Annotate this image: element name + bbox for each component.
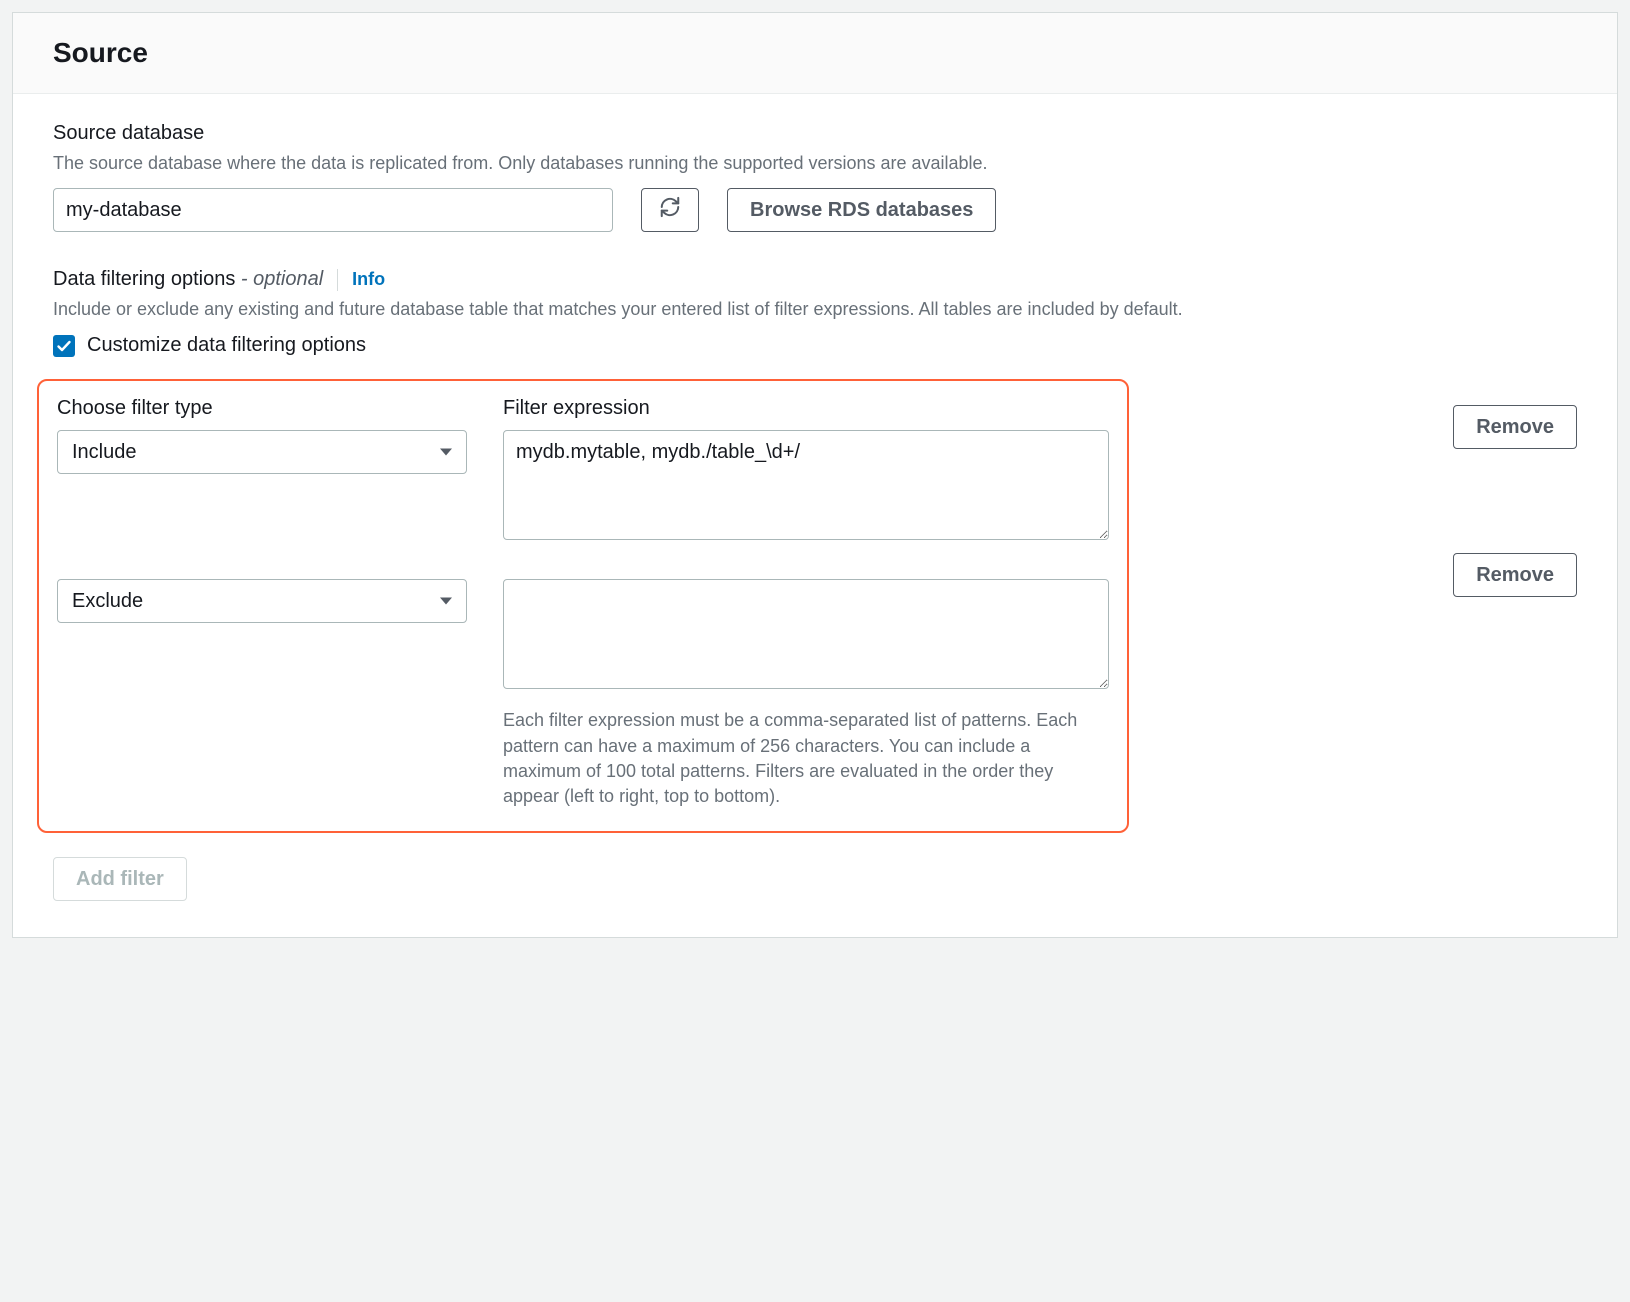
check-icon (56, 338, 72, 354)
filter-expression-textarea[interactable] (503, 579, 1109, 689)
customize-checkbox[interactable] (53, 335, 75, 357)
filter-type-select[interactable]: Exclude (57, 579, 467, 623)
refresh-button[interactable] (641, 188, 699, 232)
filter-expression-header: Filter expression (503, 397, 1109, 420)
filter-type-select-wrap: Include (57, 430, 467, 474)
source-database-section: Source database The source database wher… (53, 122, 1577, 232)
data-filtering-section: Data filtering options - optional Info I… (53, 268, 1577, 901)
optional-text: - optional (241, 268, 323, 290)
panel-title: Source (53, 37, 1577, 69)
remove-filter-button[interactable]: Remove (1453, 405, 1577, 449)
source-database-input[interactable] (53, 188, 613, 232)
source-database-label: Source database (53, 122, 1577, 145)
browse-rds-button[interactable]: Browse RDS databases (727, 188, 996, 232)
filter-headers: Choose filter type Filter expression (57, 397, 1109, 430)
filter-expression-textarea[interactable] (503, 430, 1109, 540)
customize-checkbox-label[interactable]: Customize data filtering options (87, 334, 366, 357)
source-database-description: The source database where the data is re… (53, 151, 1577, 176)
add-filter-wrap: Add filter (53, 857, 1577, 901)
data-filtering-label: Data filtering options - optional (53, 268, 323, 291)
remove-buttons-column: Remove Remove (1453, 357, 1577, 597)
filter-type-select[interactable]: Include (57, 430, 467, 474)
data-filtering-description: Include or exclude any existing and futu… (53, 297, 1577, 322)
filters-outer-row: Choose filter type Filter expression Inc… (53, 357, 1577, 833)
add-filter-button[interactable]: Add filter (53, 857, 187, 901)
source-panel: Source Source database The source databa… (12, 12, 1618, 938)
filters-highlight-box: Choose filter type Filter expression Inc… (37, 379, 1129, 833)
filter-type-select-wrap: Exclude (57, 579, 467, 623)
customize-checkbox-row: Customize data filtering options (53, 334, 1577, 357)
label-divider (337, 269, 338, 291)
panel-body: Source database The source database wher… (13, 94, 1617, 937)
filter-row: Include (57, 430, 1109, 545)
panel-header: Source (13, 13, 1617, 94)
refresh-icon (659, 196, 681, 224)
filter-expression-help: Each filter expression must be a comma-s… (503, 708, 1109, 809)
remove-filter-button[interactable]: Remove (1453, 553, 1577, 597)
source-database-row: Browse RDS databases (53, 188, 1577, 232)
filter-row: Exclude Each filter expression must be a… (57, 579, 1109, 809)
info-link[interactable]: Info (352, 269, 385, 290)
choose-filter-type-header: Choose filter type (57, 397, 467, 420)
data-filtering-label-row: Data filtering options - optional Info (53, 268, 1577, 291)
